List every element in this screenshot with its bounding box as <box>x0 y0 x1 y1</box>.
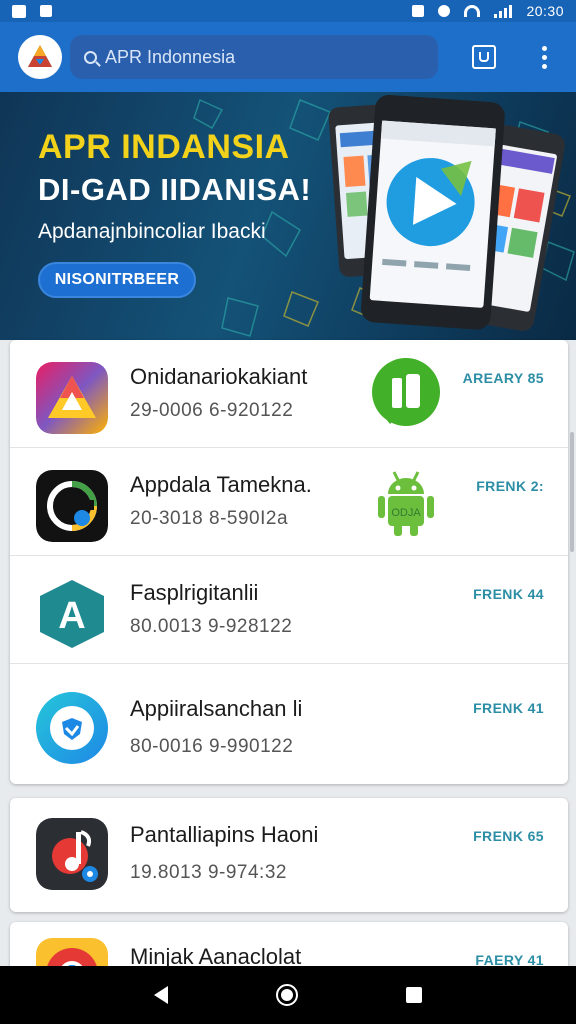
app-badge: AREARY 85 <box>462 370 544 386</box>
app-name: Appiiralsanchan li <box>130 696 303 721</box>
status-time: 20:30 <box>526 3 564 19</box>
app-list-card: Pantalliapins Haoni 19.8013 9-974:32 FRE… <box>10 798 568 912</box>
app-badge: FRENK 41 <box>473 700 544 716</box>
app-meta: 80-0016 9-990122 <box>130 736 294 757</box>
app-logo[interactable] <box>18 35 62 79</box>
app-notification-icon <box>40 5 52 17</box>
wifi-icon <box>464 5 481 17</box>
triangle-app-icon <box>36 362 108 434</box>
search-input[interactable] <box>105 46 405 68</box>
photo-notification-icon <box>12 4 26 18</box>
phones-illustration <box>328 94 565 331</box>
mute-icon <box>412 5 425 17</box>
android-icon: ODJA <box>378 471 434 536</box>
library-icon[interactable] <box>472 45 496 69</box>
app-name: Appdala Tamekna. <box>130 472 312 497</box>
app-meta: 29-0006 6-920122 <box>130 400 294 421</box>
app-meta: 80.0013 9-928122 <box>130 616 293 637</box>
app-badge: FRENK 65 <box>473 828 544 844</box>
svg-text:A: A <box>58 595 85 637</box>
app-meta: 19.8013 9-974:32 <box>130 862 287 883</box>
search-icon <box>84 50 97 64</box>
app-list-item[interactable]: A Fasplrigitanlii 80.0013 9-928122 FRENK… <box>10 556 568 664</box>
chat-bubble-icon <box>372 358 440 426</box>
signal-icon <box>494 4 513 18</box>
app-name: Fasplrigitanlii <box>130 580 259 605</box>
app-list-item[interactable]: Onidanariokakiant 29-0006 6-920122 AREAR… <box>10 340 568 448</box>
promo-banner[interactable]: APR INDANSIA DI-GAD IIDANISA! Apdanajnbi… <box>0 92 576 340</box>
app-list-item[interactable]: Appiiralsanchan li 80-0016 9-990122 FREN… <box>10 664 568 784</box>
banner-title: APR INDANSIA <box>38 128 290 166</box>
banner-subtitle: DI-GAD IIDANISA! <box>38 172 312 207</box>
banner-description: Apdanajnbincoliar Ibacki <box>38 220 266 243</box>
circle-app-icon <box>36 470 108 542</box>
app-list-item[interactable]: Appdala Tamekna. 20-3018 8-590I2a ODJA F… <box>10 448 568 556</box>
alarm-icon <box>438 5 451 17</box>
app-meta: 20-3018 8-590I2a <box>130 508 289 529</box>
system-nav-bar <box>0 966 576 1024</box>
app-list-card: Onidanariokakiant 29-0006 6-920122 AREAR… <box>10 340 568 784</box>
app-bar <box>0 22 576 92</box>
svg-text:ODJA: ODJA <box>391 507 421 519</box>
app-name: Onidanariokakiant <box>130 364 308 389</box>
status-bar: 20:30 <box>0 0 576 22</box>
scrollbar[interactable] <box>570 432 574 552</box>
app-name: Pantalliapins Haoni <box>130 822 319 847</box>
recent-apps-icon[interactable] <box>406 987 422 1003</box>
home-icon[interactable] <box>276 984 298 1006</box>
banner-cta-button[interactable]: NISONITRBEER <box>38 262 196 298</box>
music-app-icon <box>36 818 108 890</box>
shield-app-icon <box>36 692 108 764</box>
more-options-icon[interactable] <box>542 45 547 69</box>
app-badge: FRENK 44 <box>473 586 544 602</box>
app-list-item[interactable]: Pantalliapins Haoni 19.8013 9-974:32 FRE… <box>10 798 568 912</box>
search-bar[interactable] <box>70 35 438 79</box>
app-badge: FRENK 2: <box>476 478 544 494</box>
back-icon[interactable] <box>154 986 168 1004</box>
play-logo-icon <box>28 45 52 67</box>
letter-a-app-icon: A <box>36 578 108 650</box>
